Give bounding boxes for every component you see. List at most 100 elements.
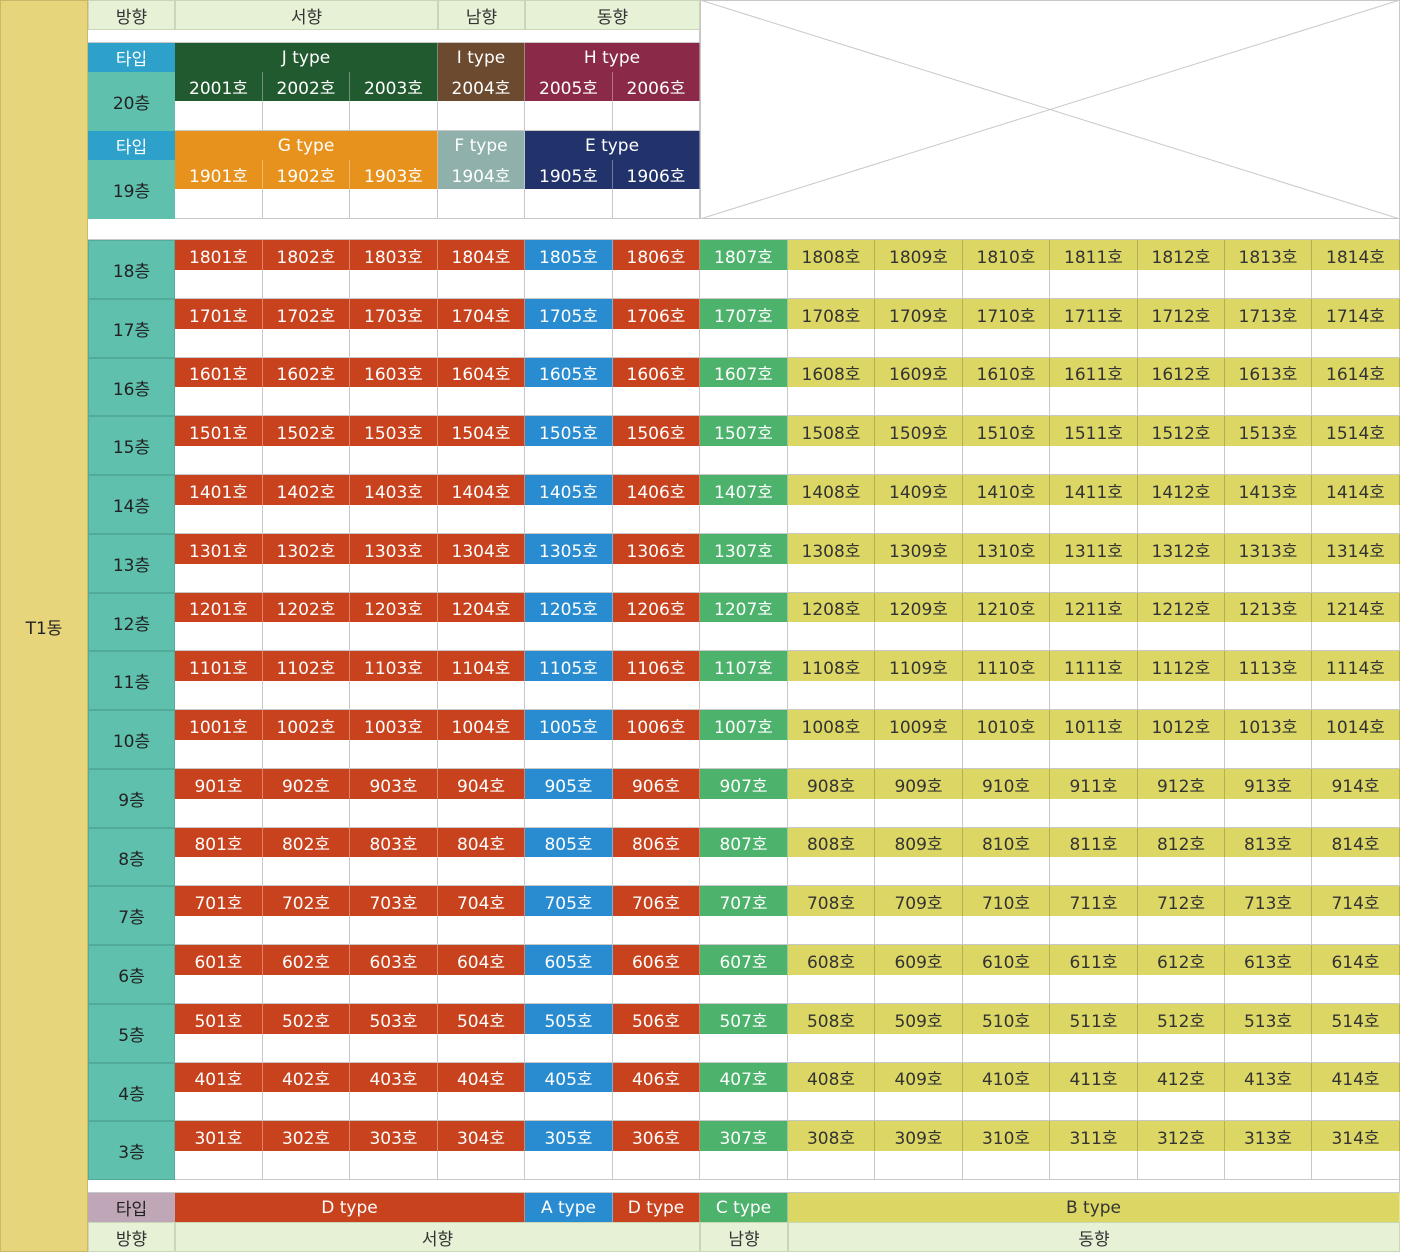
unit-cell[interactable]: 1701호 bbox=[175, 299, 263, 329]
unit-cell[interactable]: 1005호 bbox=[525, 710, 613, 740]
unit-cell[interactable]: 1401호 bbox=[175, 475, 263, 505]
unit-cell[interactable]: 1606호 bbox=[613, 358, 700, 387]
unit-cell[interactable]: 704호 bbox=[438, 886, 525, 916]
unit-cell[interactable]: 910호 bbox=[963, 769, 1050, 799]
unit-cell[interactable]: 614호 bbox=[1312, 945, 1400, 975]
unit-cell[interactable]: 303호 bbox=[350, 1121, 438, 1151]
unit-cell[interactable]: 1506호 bbox=[613, 416, 700, 446]
unit-cell[interactable]: 1001호 bbox=[175, 710, 263, 740]
unit-cell[interactable]: 1213호 bbox=[1225, 593, 1312, 622]
unit-cell[interactable]: 306호 bbox=[613, 1121, 700, 1151]
unit-cell[interactable]: 701호 bbox=[175, 886, 263, 916]
unit-cell[interactable]: 1802호 bbox=[263, 240, 350, 270]
unit-cell[interactable]: 713호 bbox=[1225, 886, 1312, 916]
unit-cell[interactable]: 607호 bbox=[700, 945, 788, 975]
unit-cell[interactable]: 1204호 bbox=[438, 593, 525, 622]
unit-cell[interactable]: 911호 bbox=[1050, 769, 1138, 799]
unit-cell[interactable]: 1511호 bbox=[1050, 416, 1138, 446]
unit-cell[interactable]: 905호 bbox=[525, 769, 613, 799]
unit-cell[interactable]: 612호 bbox=[1138, 945, 1225, 975]
unit-cell[interactable]: 1214호 bbox=[1312, 593, 1400, 622]
unit-cell[interactable]: 1108호 bbox=[788, 651, 875, 681]
unit-cell[interactable]: 1512호 bbox=[1138, 416, 1225, 446]
unit-cell[interactable]: 1608호 bbox=[788, 358, 875, 387]
unit-cell[interactable]: 1814호 bbox=[1312, 240, 1400, 270]
unit-cell[interactable]: 508호 bbox=[788, 1004, 875, 1034]
unit-cell[interactable]: 409호 bbox=[875, 1063, 963, 1092]
unit-cell[interactable]: 1009호 bbox=[875, 710, 963, 740]
unit-cell[interactable]: 411호 bbox=[1050, 1063, 1138, 1092]
unit-cell[interactable]: 1504호 bbox=[438, 416, 525, 446]
unit-cell[interactable]: 1205호 bbox=[525, 593, 613, 622]
unit-cell[interactable]: 1304호 bbox=[438, 534, 525, 564]
unit-cell[interactable]: 807호 bbox=[700, 828, 788, 857]
unit-cell[interactable]: 813호 bbox=[1225, 828, 1312, 857]
unit-cell[interactable]: 1614호 bbox=[1312, 358, 1400, 387]
unit-cell[interactable]: 1803호 bbox=[350, 240, 438, 270]
unit-cell[interactable]: 912호 bbox=[1138, 769, 1225, 799]
unit-cell[interactable]: 604호 bbox=[438, 945, 525, 975]
unit-cell[interactable]: 1007호 bbox=[700, 710, 788, 740]
unit-cell[interactable]: 2004호 bbox=[438, 72, 525, 101]
unit-cell[interactable]: 810호 bbox=[963, 828, 1050, 857]
unit-cell[interactable]: 702호 bbox=[263, 886, 350, 916]
unit-cell[interactable]: 1508호 bbox=[788, 416, 875, 446]
unit-cell[interactable]: 2001호 bbox=[175, 72, 263, 101]
unit-cell[interactable]: 608호 bbox=[788, 945, 875, 975]
unit-cell[interactable]: 901호 bbox=[175, 769, 263, 799]
unit-cell[interactable]: 1607호 bbox=[700, 358, 788, 387]
unit-cell[interactable]: 913호 bbox=[1225, 769, 1312, 799]
unit-cell[interactable]: 1809호 bbox=[875, 240, 963, 270]
unit-cell[interactable]: 1804호 bbox=[438, 240, 525, 270]
unit-cell[interactable]: 1012호 bbox=[1138, 710, 1225, 740]
unit-cell[interactable]: 504호 bbox=[438, 1004, 525, 1034]
unit-cell[interactable]: 1902호 bbox=[263, 160, 350, 189]
unit-cell[interactable]: 1404호 bbox=[438, 475, 525, 505]
unit-cell[interactable]: 514호 bbox=[1312, 1004, 1400, 1034]
unit-cell[interactable]: 404호 bbox=[438, 1063, 525, 1092]
unit-cell[interactable]: 2006호 bbox=[613, 72, 700, 101]
unit-cell[interactable]: 603호 bbox=[350, 945, 438, 975]
unit-cell[interactable]: 1203호 bbox=[350, 593, 438, 622]
unit-cell[interactable]: 1808호 bbox=[788, 240, 875, 270]
unit-cell[interactable]: 1407호 bbox=[700, 475, 788, 505]
unit-cell[interactable]: 908호 bbox=[788, 769, 875, 799]
unit-cell[interactable]: 1903호 bbox=[350, 160, 438, 189]
unit-cell[interactable]: 907호 bbox=[700, 769, 788, 799]
unit-cell[interactable]: 1014호 bbox=[1312, 710, 1400, 740]
unit-cell[interactable]: 1308호 bbox=[788, 534, 875, 564]
unit-cell[interactable]: 509호 bbox=[875, 1004, 963, 1034]
unit-cell[interactable]: 1502호 bbox=[263, 416, 350, 446]
unit-cell[interactable]: 1208호 bbox=[788, 593, 875, 622]
unit-cell[interactable]: 904호 bbox=[438, 769, 525, 799]
unit-cell[interactable]: 1414호 bbox=[1312, 475, 1400, 505]
unit-cell[interactable]: 510호 bbox=[963, 1004, 1050, 1034]
unit-cell[interactable]: 1507호 bbox=[700, 416, 788, 446]
unit-cell[interactable]: 1002호 bbox=[263, 710, 350, 740]
unit-cell[interactable]: 413호 bbox=[1225, 1063, 1312, 1092]
unit-cell[interactable]: 1314호 bbox=[1312, 534, 1400, 564]
unit-cell[interactable]: 1710호 bbox=[963, 299, 1050, 329]
unit-cell[interactable]: 707호 bbox=[700, 886, 788, 916]
unit-cell[interactable]: 1711호 bbox=[1050, 299, 1138, 329]
unit-cell[interactable]: 1905호 bbox=[525, 160, 613, 189]
unit-cell[interactable]: 1411호 bbox=[1050, 475, 1138, 505]
unit-cell[interactable]: 305호 bbox=[525, 1121, 613, 1151]
unit-cell[interactable]: 711호 bbox=[1050, 886, 1138, 916]
unit-cell[interactable]: 1901호 bbox=[175, 160, 263, 189]
unit-cell[interactable]: 1201호 bbox=[175, 593, 263, 622]
unit-cell[interactable]: 1906호 bbox=[613, 160, 700, 189]
unit-cell[interactable]: 1810호 bbox=[963, 240, 1050, 270]
unit-cell[interactable]: 405호 bbox=[525, 1063, 613, 1092]
unit-cell[interactable]: 1513호 bbox=[1225, 416, 1312, 446]
unit-cell[interactable]: 1514호 bbox=[1312, 416, 1400, 446]
unit-cell[interactable]: 407호 bbox=[700, 1063, 788, 1092]
unit-cell[interactable]: 1114호 bbox=[1312, 651, 1400, 681]
unit-cell[interactable]: 703호 bbox=[350, 886, 438, 916]
unit-cell[interactable]: 1112호 bbox=[1138, 651, 1225, 681]
unit-cell[interactable]: 1109호 bbox=[875, 651, 963, 681]
unit-cell[interactable]: 808호 bbox=[788, 828, 875, 857]
unit-cell[interactable]: 601호 bbox=[175, 945, 263, 975]
unit-cell[interactable]: 1713호 bbox=[1225, 299, 1312, 329]
unit-cell[interactable]: 1004호 bbox=[438, 710, 525, 740]
